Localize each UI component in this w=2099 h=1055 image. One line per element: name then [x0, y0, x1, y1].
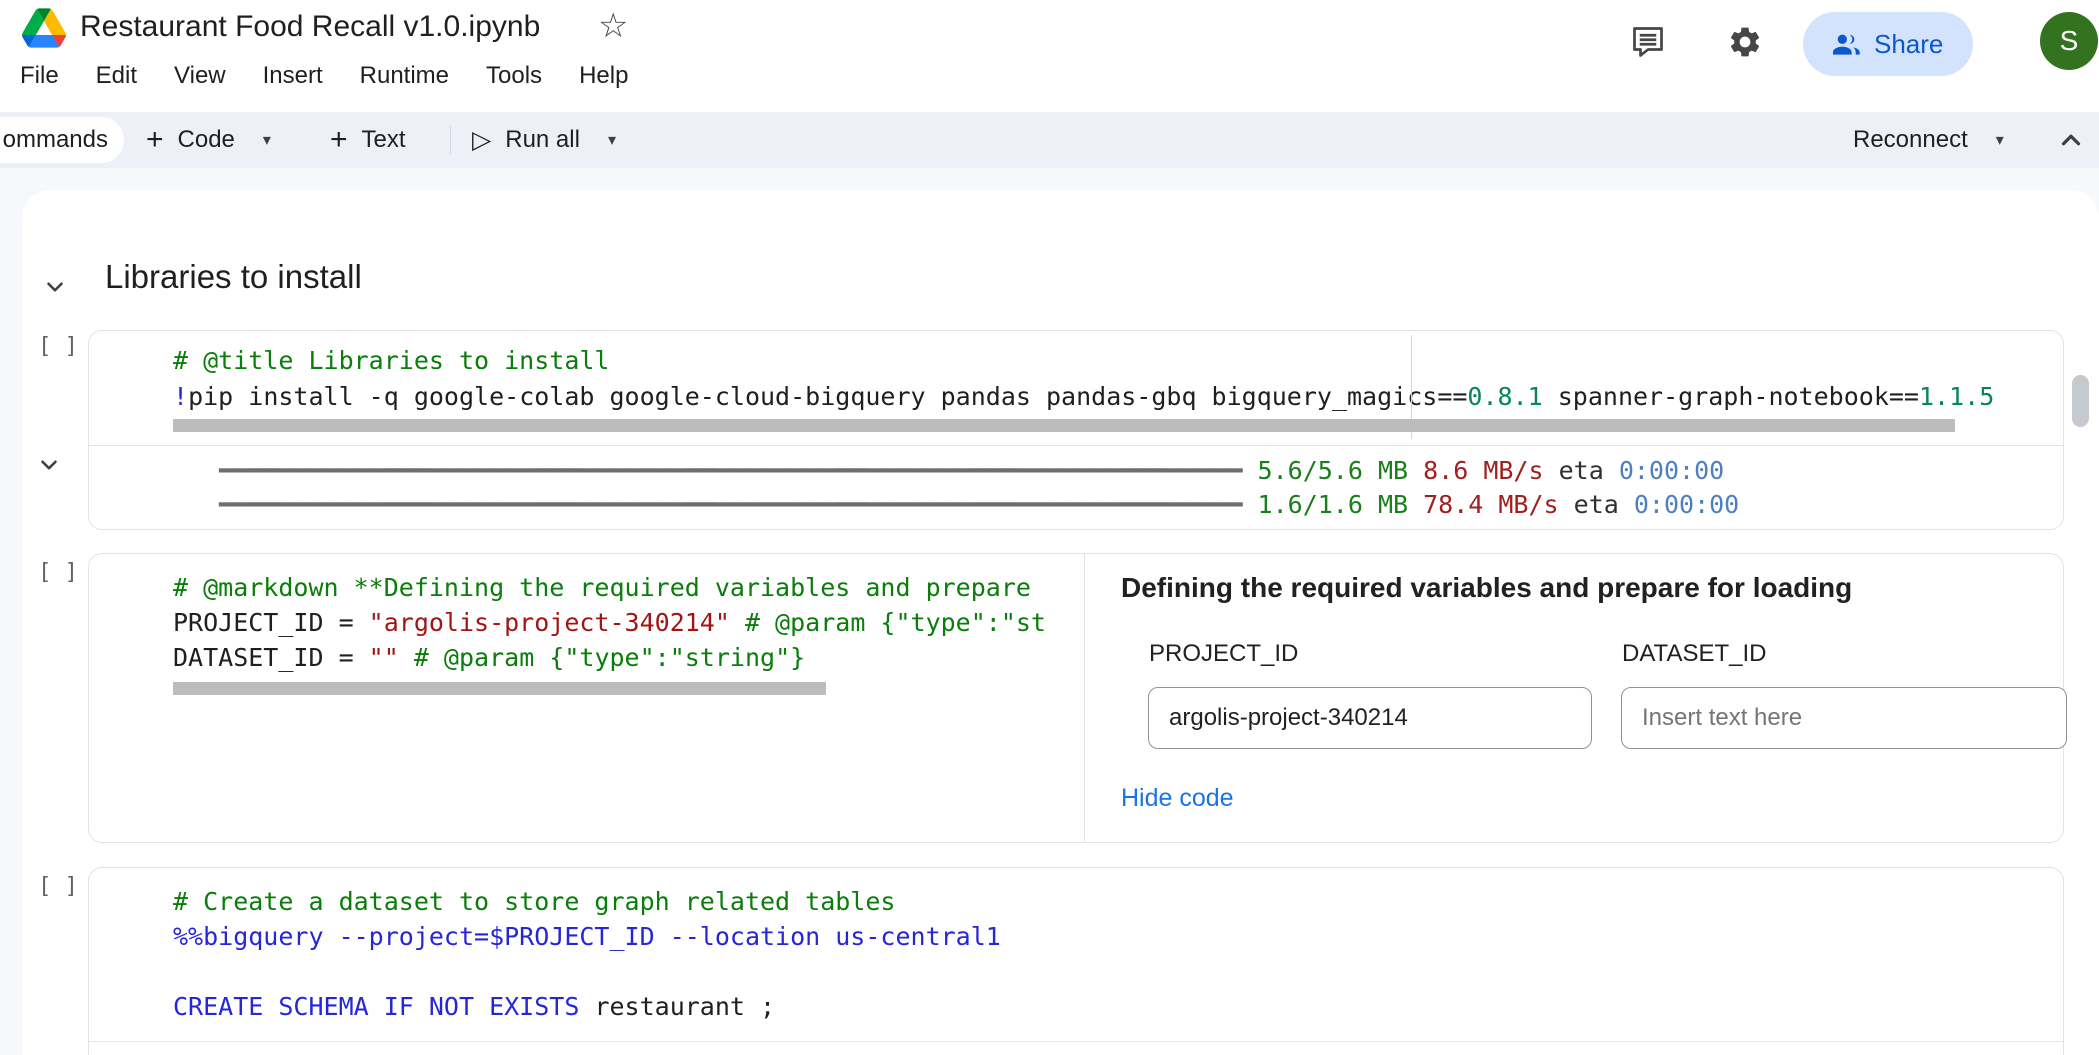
menu-item-runtime[interactable]: Runtime: [360, 62, 449, 90]
horizontal-scrollbar[interactable]: [173, 682, 826, 695]
menu-item-help[interactable]: Help: [579, 62, 628, 90]
share-button[interactable]: Share: [1803, 12, 1973, 76]
colab-app: Restaurant Food Recall v1.0.ipynb ☆ File…: [0, 0, 2099, 1055]
code-line: DATASET_ID = "" # @param {"type":"string…: [173, 640, 1084, 675]
avatar[interactable]: S: [2040, 12, 2098, 70]
reconnect-label: Reconnect: [1853, 126, 1968, 154]
form-heading: Defining the required variables and prep…: [1121, 572, 1852, 604]
code-line: ━━━━━━━━━━━━━━━━━━━━━━━━━━━━━━━━━━━━━━━━…: [219, 488, 2063, 522]
reconnect-dropdown-icon[interactable]: ▾: [1996, 130, 2004, 150]
dataset-id-input[interactable]: [1621, 687, 2067, 749]
vertical-scrollbar-thumb[interactable]: [2072, 375, 2089, 427]
commands-button[interactable]: ommands: [0, 117, 124, 163]
code-line: %%bigquery --project=$PROJECT_ID --locat…: [173, 919, 2063, 954]
plus-icon: +: [330, 125, 348, 155]
menubar: File Edit View Insert Runtime Tools Help: [20, 62, 628, 90]
menu-item-file[interactable]: File: [20, 62, 59, 90]
menu-item-insert[interactable]: Insert: [263, 62, 323, 90]
star-icon[interactable]: ☆: [598, 6, 628, 46]
notebook-card: Libraries to install [ ] [ ] [ ] # @titl…: [22, 190, 2099, 1055]
add-code-dropdown-icon[interactable]: ▾: [263, 130, 271, 150]
code-editor[interactable]: # @title Libraries to install!pip instal…: [89, 331, 2063, 415]
share-label: Share: [1874, 29, 1943, 60]
code-line: CREATE SCHEMA IF NOT EXISTS restaurant ;: [173, 989, 2063, 1024]
hide-code-link[interactable]: Hide code: [1121, 784, 1234, 813]
plus-icon: +: [146, 125, 164, 155]
code-cell-variables: # @markdown **Defining the required vari…: [88, 553, 2064, 843]
code-cell-install: # @title Libraries to install!pip instal…: [88, 330, 2064, 530]
menu-item-tools[interactable]: Tools: [486, 62, 542, 90]
cell-section-divider: [89, 1041, 2063, 1042]
code-line: [173, 954, 2063, 989]
code-line: # Create a dataset to store graph relate…: [173, 884, 2063, 919]
output-collapse-icon[interactable]: [36, 452, 62, 478]
run-all-label: Run all: [505, 126, 580, 154]
add-text-label: Text: [362, 126, 406, 154]
code-cell-create-schema: # Create a dataset to store graph relate…: [88, 867, 2064, 1055]
code-line: # @markdown **Defining the required vari…: [173, 570, 1084, 605]
notebook-content: Libraries to install [ ] [ ] [ ] # @titl…: [0, 168, 2099, 1055]
collapse-toolbar-icon[interactable]: [2056, 125, 2086, 155]
code-editor[interactable]: # @markdown **Defining the required vari…: [89, 554, 1084, 675]
form-field-label: PROJECT_ID: [1149, 640, 1298, 668]
project-id-input[interactable]: [1148, 687, 1592, 749]
comments-icon[interactable]: [1630, 24, 1666, 60]
params-form: Defining the required variables and prep…: [1085, 554, 2063, 842]
form-field-label: DATASET_ID: [1622, 640, 1766, 668]
share-people-icon: [1829, 28, 1861, 60]
toolbar-divider: [450, 126, 451, 154]
cell-run-button[interactable]: [ ]: [30, 560, 86, 585]
cell-output: ━━━━━━━━━━━━━━━━━━━━━━━━━━━━━━━━━━━━━━━━…: [89, 446, 2063, 529]
code-line: ━━━━━━━━━━━━━━━━━━━━━━━━━━━━━━━━━━━━━━━━…: [219, 454, 2063, 488]
code-line: PROJECT_ID = "argolis-project-340214" # …: [173, 605, 1084, 640]
section-collapse-icon[interactable]: [42, 274, 68, 300]
reconnect-button[interactable]: Reconnect ▾: [1853, 112, 2004, 168]
code-line: !pip install -q google-colab google-clou…: [173, 379, 2063, 415]
run-all-button[interactable]: ▷ Run all ▾: [472, 112, 616, 168]
notebook-title[interactable]: Restaurant Food Recall v1.0.ipynb: [80, 10, 540, 44]
menu-item-view[interactable]: View: [174, 62, 226, 90]
cell-run-button[interactable]: [ ]: [30, 874, 86, 899]
notebook-toolbar: ommands + Code ▾ + Text ▷ Run all ▾ Reco…: [0, 112, 2099, 168]
add-text-button[interactable]: + Text: [330, 112, 406, 168]
run-all-dropdown-icon[interactable]: ▾: [608, 130, 616, 150]
app-header: Restaurant Food Recall v1.0.ipynb ☆ File…: [0, 0, 2099, 112]
drive-logo-icon: [22, 8, 66, 48]
settings-gear-icon[interactable]: [1727, 24, 1763, 60]
play-icon: ▷: [472, 128, 491, 153]
section-title: Libraries to install: [105, 258, 362, 296]
code-line: # @title Libraries to install: [173, 343, 2063, 379]
add-code-label: Code: [178, 126, 235, 154]
menu-item-edit[interactable]: Edit: [96, 62, 137, 90]
code-editor[interactable]: # Create a dataset to store graph relate…: [89, 868, 2063, 1024]
cell-run-button[interactable]: [ ]: [30, 334, 86, 359]
horizontal-scrollbar[interactable]: [173, 419, 1955, 432]
add-code-button[interactable]: + Code ▾: [146, 112, 271, 168]
